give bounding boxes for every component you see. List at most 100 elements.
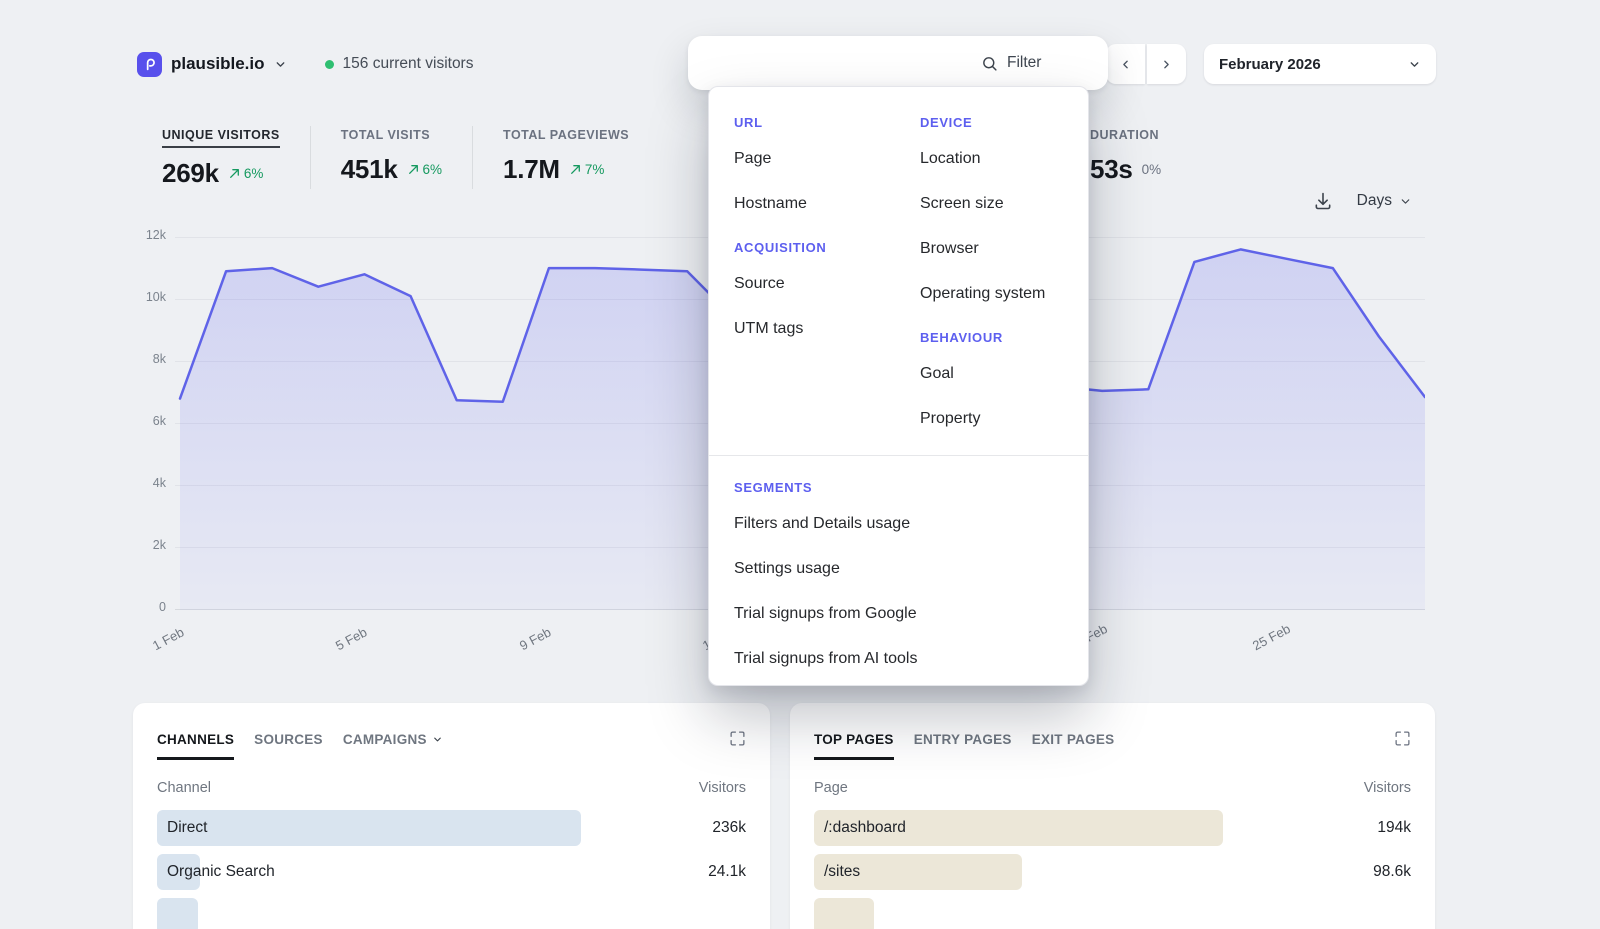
tab-sources[interactable]: SOURCES xyxy=(254,732,323,760)
filter-item-location[interactable]: Location xyxy=(920,150,1088,168)
row-label: /sites xyxy=(824,854,860,890)
site-picker[interactable]: plausible.io xyxy=(137,52,287,77)
download-button[interactable] xyxy=(1313,191,1333,211)
stat-change: 0% xyxy=(1142,162,1162,177)
stat-total-pageviews[interactable]: TOTAL PAGEVIEWS 1.7M 7% xyxy=(503,126,659,189)
date-range-label: February 2026 xyxy=(1219,56,1321,73)
trend-up-icon xyxy=(407,163,420,176)
filter-menu: URL Page Hostname ACQUISITION Source UTM… xyxy=(708,86,1089,686)
expand-button[interactable] xyxy=(729,730,746,760)
interval-label: Days xyxy=(1357,192,1392,210)
expand-button[interactable] xyxy=(1394,730,1411,760)
tab-campaigns[interactable]: CAMPAIGNS xyxy=(343,732,443,760)
tab-exit-pages[interactable]: EXIT PAGES xyxy=(1032,732,1115,760)
channels-card: CHANNELS SOURCES CAMPAIGNS Channel Visit… xyxy=(133,703,770,929)
row-value: 98.6k xyxy=(1373,854,1411,890)
stat-total-visits[interactable]: TOTAL VISITS 451k 6% xyxy=(341,126,473,189)
filter-item-page[interactable]: Page xyxy=(734,150,920,168)
row-value: 24.1k xyxy=(708,854,746,890)
filter-section-segments: SEGMENTS Filters and Details usage Setti… xyxy=(709,456,1088,668)
interval-picker[interactable]: Days xyxy=(1357,192,1412,210)
table-row[interactable]: Organic Search 24.1k xyxy=(157,854,746,890)
tab-entry-pages[interactable]: ENTRY PAGES xyxy=(914,732,1012,760)
chevron-down-icon xyxy=(274,58,287,71)
current-visitors-label: 156 current visitors xyxy=(343,55,474,73)
segment-item[interactable]: Filters and Details usage xyxy=(734,515,1063,533)
segment-item[interactable]: Trial signups from AI tools xyxy=(734,650,1063,668)
stat-label: UNIQUE VISITORS xyxy=(162,128,280,148)
site-name: plausible.io xyxy=(171,54,265,74)
x-tick-label: 25 Feb xyxy=(1250,621,1293,653)
pages-table-header: Page Visitors xyxy=(814,780,1411,796)
chevron-left-icon xyxy=(1119,58,1132,71)
filter-item-source[interactable]: Source xyxy=(734,275,920,293)
stat-label: TOTAL PAGEVIEWS xyxy=(503,128,629,142)
pages-tabs: TOP PAGES ENTRY PAGES EXIT PAGES xyxy=(814,703,1411,760)
current-visitors[interactable]: 156 current visitors xyxy=(325,55,474,73)
table-row[interactable] xyxy=(157,898,746,929)
y-tick-label: 8k xyxy=(128,352,166,366)
plausible-logo-icon xyxy=(137,52,162,77)
search-icon xyxy=(981,55,998,72)
stat-value: 451k xyxy=(341,154,398,185)
y-tick-label: 2k xyxy=(128,538,166,552)
download-icon xyxy=(1313,191,1333,211)
filter-search-input[interactable] xyxy=(1007,54,1077,72)
table-row[interactable]: /sites 98.6k xyxy=(814,854,1411,890)
stat-change: 6% xyxy=(228,166,264,181)
channels-table-header: Channel Visitors xyxy=(157,780,746,796)
filter-item-goal[interactable]: Goal xyxy=(920,365,1088,383)
filter-item-utm-tags[interactable]: UTM tags xyxy=(734,320,920,338)
filter-item-property[interactable]: Property xyxy=(920,410,1088,428)
row-label: /:dashboard xyxy=(824,810,906,846)
x-tick-label: 9 Feb xyxy=(517,624,553,653)
segment-item[interactable]: Settings usage xyxy=(734,560,1063,578)
filter-item-hostname[interactable]: Hostname xyxy=(734,195,920,213)
table-row[interactable]: /:dashboard 194k xyxy=(814,810,1411,846)
stat-label: TOTAL VISITS xyxy=(341,128,430,142)
stat-value: 1.7M xyxy=(503,154,560,185)
stats-row: UNIQUE VISITORS 269k 6% TOTAL VISITS 451… xyxy=(162,126,689,189)
filter-item-screen-size[interactable]: Screen size xyxy=(920,195,1088,213)
stat-change: 6% xyxy=(407,162,443,177)
chevron-down-icon xyxy=(432,734,443,745)
filter-section-device: DEVICE Location Screen size Browser Oper… xyxy=(920,115,1088,303)
table-row[interactable] xyxy=(814,898,1411,929)
tab-channels[interactable]: CHANNELS xyxy=(157,732,234,760)
stat-unique-visitors[interactable]: UNIQUE VISITORS 269k 6% xyxy=(162,126,311,189)
section-title: DEVICE xyxy=(920,115,1088,130)
column-dimension: Page xyxy=(814,780,848,796)
date-range-picker[interactable]: February 2026 xyxy=(1204,44,1436,84)
filter-section-behaviour: BEHAVIOUR Goal Property xyxy=(920,330,1088,428)
filter-menu-grid: URL Page Hostname ACQUISITION Source UTM… xyxy=(709,87,1088,455)
trend-up-icon xyxy=(569,163,582,176)
filter-item-operating-system[interactable]: Operating system xyxy=(920,285,1088,303)
y-tick-label: 4k xyxy=(128,476,166,490)
row-bar xyxy=(157,898,198,929)
tab-top-pages[interactable]: TOP PAGES xyxy=(814,732,894,760)
section-title: SEGMENTS xyxy=(734,480,1063,495)
row-label: Organic Search xyxy=(167,854,275,890)
y-tick-label: 12k xyxy=(128,228,166,242)
prev-period-button[interactable] xyxy=(1106,44,1145,84)
filter-menu-right-column: DEVICE Location Screen size Browser Oper… xyxy=(920,115,1088,455)
filter-section-acquisition: ACQUISITION Source UTM tags xyxy=(734,240,920,338)
filter-search-bar[interactable] xyxy=(688,36,1108,90)
next-period-button[interactable] xyxy=(1147,44,1186,84)
filter-item-browser[interactable]: Browser xyxy=(920,240,1088,258)
row-value: 236k xyxy=(712,810,746,846)
x-tick-label: 1 Feb xyxy=(150,624,186,653)
filter-section-url: URL Page Hostname xyxy=(734,115,920,213)
table-row[interactable]: Direct 236k xyxy=(157,810,746,846)
column-metric: Visitors xyxy=(699,780,746,796)
plausible-dashboard: plausible.io 156 current visitors Februa… xyxy=(0,0,1600,929)
section-title: URL xyxy=(734,115,920,130)
y-tick-label: 0 xyxy=(128,600,166,614)
column-dimension: Channel xyxy=(157,780,211,796)
live-dot-icon xyxy=(325,60,334,69)
y-tick-label: 10k xyxy=(128,290,166,304)
chevron-right-icon xyxy=(1160,58,1173,71)
section-title: ACQUISITION xyxy=(734,240,920,255)
segment-item[interactable]: Trial signups from Google xyxy=(734,605,1063,623)
row-bar xyxy=(157,810,581,846)
